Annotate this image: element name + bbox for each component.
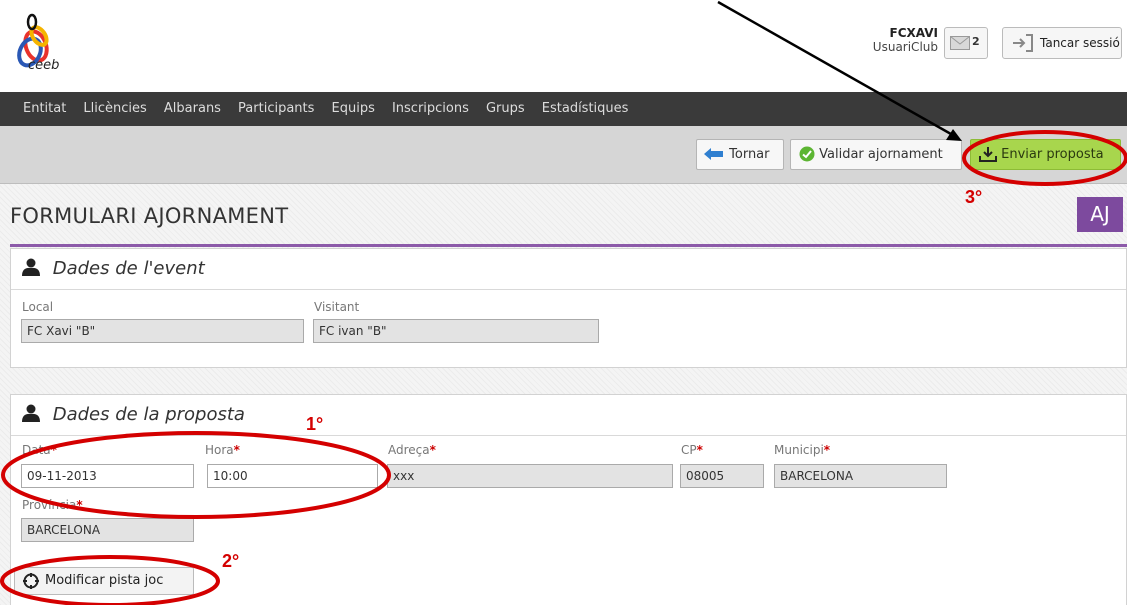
nav-item-llicencies[interactable]: Llicències	[77, 92, 152, 126]
visitor-label: Visitant	[314, 300, 360, 314]
address-field: xxx	[387, 464, 673, 488]
nav-item-participants[interactable]: Participants	[232, 92, 320, 126]
visitor-field: FC ivan "B"	[313, 319, 599, 343]
nav-item-inscripcions[interactable]: Inscripcions	[386, 92, 475, 126]
province-label: Província*	[22, 498, 83, 512]
nav-item-albarans[interactable]: Albarans	[158, 92, 227, 126]
action-toolbar: Tornar Validar ajornament Enviar propost…	[0, 126, 1127, 184]
user-icon	[22, 404, 40, 422]
hour-input[interactable]	[207, 464, 378, 488]
back-button[interactable]: Tornar	[696, 139, 784, 170]
proposal-panel-header: Dades de la proposta	[11, 395, 1126, 436]
step-1-label: 1°	[306, 414, 324, 434]
user-icon	[22, 258, 40, 276]
event-panel: Dades de l'event	[10, 248, 1127, 368]
logout-icon	[1013, 34, 1033, 52]
title-divider	[10, 244, 1127, 247]
validate-button[interactable]: Validar ajornament	[790, 139, 962, 170]
download-icon	[979, 146, 997, 162]
main-nav: Entitat Llicències Albarans Participants…	[0, 92, 1127, 126]
logo-text: ceeb	[28, 58, 60, 73]
arrow-left-icon	[704, 147, 723, 160]
page-title: FORMULARI AJORNAMENT	[10, 204, 289, 228]
step-3-label: 3°	[965, 187, 983, 207]
messages-count: 2	[972, 35, 980, 48]
municipality-field: BARCELONA	[774, 464, 947, 488]
modify-court-button[interactable]: Modificar pista joc	[14, 567, 194, 595]
messages-button[interactable]: 2	[944, 27, 988, 59]
logout-label: Tancar sessió	[1040, 36, 1120, 50]
cp-field: 08005	[680, 464, 764, 488]
page-badge: AJ	[1077, 197, 1123, 232]
event-panel-title: Dades de l'event	[52, 258, 205, 279]
date-input[interactable]	[21, 464, 194, 488]
send-proposal-label: Enviar proposta	[1001, 147, 1104, 162]
nav-item-estadistiques[interactable]: Estadístiques	[536, 92, 635, 126]
crosshair-icon	[23, 573, 39, 589]
check-circle-icon	[799, 146, 815, 161]
date-label: Data*	[22, 443, 57, 457]
proposal-panel-title: Dades de la proposta	[52, 404, 245, 425]
address-label: Adreça*	[388, 443, 436, 457]
user-role: UsuariClub	[872, 40, 938, 54]
nav-item-equips[interactable]: Equips	[326, 92, 381, 126]
municipality-label: Municipi*	[774, 443, 831, 457]
hour-label: Hora*	[205, 443, 240, 457]
username: FCXAVI	[889, 26, 938, 40]
envelope-icon	[950, 36, 970, 50]
modify-court-label: Modificar pista joc	[45, 573, 164, 588]
nav-item-entitat[interactable]: Entitat	[17, 92, 72, 126]
local-field: FC Xavi "B"	[21, 319, 304, 343]
nav-item-grups[interactable]: Grups	[480, 92, 531, 126]
logout-button[interactable]: Tancar sessió	[1002, 27, 1122, 59]
ceeb-logo[interactable]: ceeb	[6, 8, 86, 78]
back-label: Tornar	[729, 147, 770, 162]
step-2-label: 2°	[222, 551, 240, 571]
top-header: ceeb FCXAVI UsuariClub 2 Tancar sessió	[0, 0, 1127, 88]
province-field: BARCELONA	[21, 518, 194, 542]
validate-label: Validar ajornament	[819, 147, 943, 162]
send-proposal-button[interactable]: Enviar proposta	[970, 139, 1121, 170]
user-info: FCXAVI UsuariClub	[873, 26, 938, 54]
cp-label: CP*	[681, 443, 703, 457]
event-panel-header: Dades de l'event	[11, 249, 1126, 290]
local-label: Local	[22, 300, 54, 314]
